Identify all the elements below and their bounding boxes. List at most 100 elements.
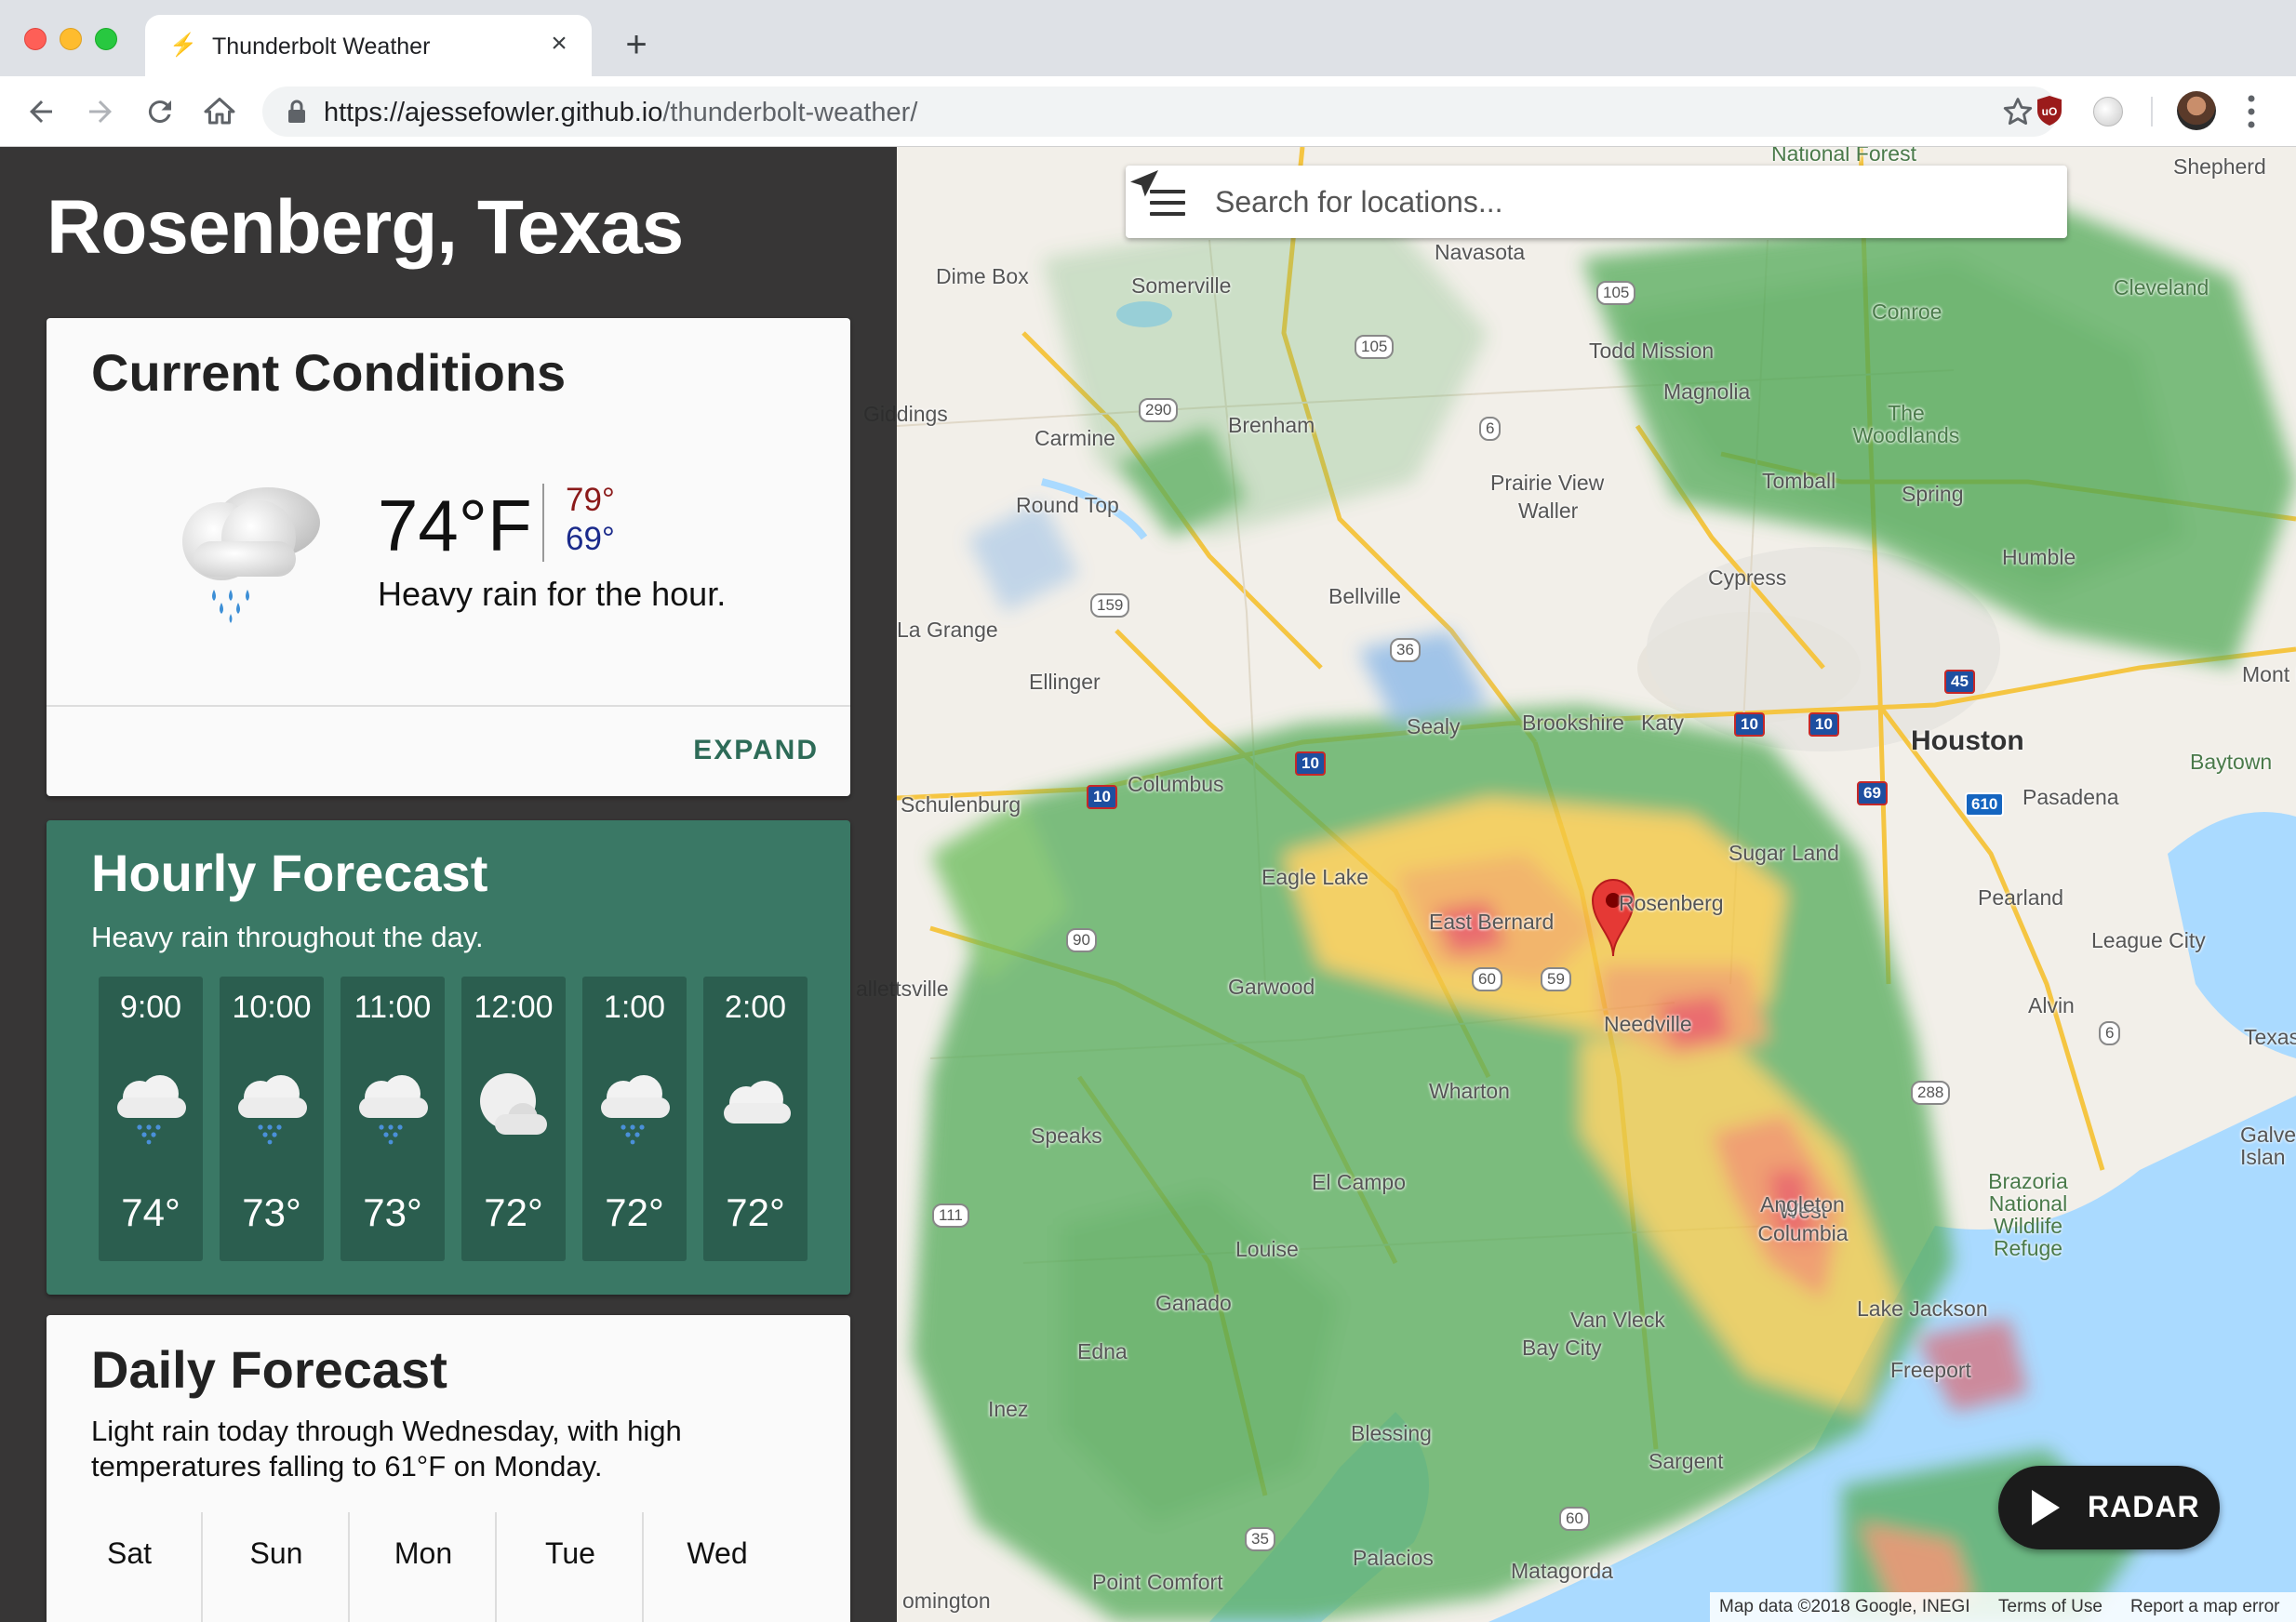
day-column[interactable]: Wed <box>644 1512 791 1622</box>
terms-link[interactable]: Terms of Use <box>1998 1597 2102 1617</box>
day-column[interactable]: Mon <box>350 1512 497 1622</box>
new-tab-button[interactable]: + <box>618 26 655 63</box>
hour-column[interactable]: 1:00 72° <box>582 977 687 1261</box>
cloudy-icon <box>394 1615 450 1622</box>
hour-temp: 74° <box>121 1190 180 1234</box>
home-icon[interactable] <box>203 95 236 128</box>
day-name: Wed <box>687 1536 748 1570</box>
hour-time: 9:00 <box>119 990 182 1025</box>
ublock-extension-icon[interactable]: uO <box>2036 95 2063 126</box>
highway-610-shield: 610 <box>1965 792 2005 817</box>
reload-icon[interactable] <box>143 95 177 128</box>
map-label: Rosenberg <box>1619 891 1724 915</box>
browser-toolbar: https://ajessefowler.github.io/thunderbo… <box>0 76 2296 147</box>
highway-60-shield: 60 <box>1472 967 1502 991</box>
highway-90-shield: 90 <box>1066 928 1097 952</box>
map-label: Mont B <box>2242 662 2296 686</box>
temp-divider <box>542 484 544 562</box>
lock-icon <box>288 100 305 123</box>
extension-icon[interactable] <box>2093 97 2123 126</box>
map-label: League City <box>2091 928 2206 952</box>
highway-159-shield: 159 <box>1090 593 1130 618</box>
my-location-icon[interactable] <box>1126 166 1163 203</box>
rain-icon <box>182 487 320 623</box>
map-label: Sugar Land <box>1729 841 1839 865</box>
window-close-button[interactable] <box>24 28 47 50</box>
highway-111-shield: 111 <box>932 1203 969 1228</box>
map-label: Matagorda <box>1511 1559 1613 1583</box>
highway-290-shield: 290 <box>1139 398 1179 422</box>
day-name: Sat <box>106 1536 153 1570</box>
map-label: Bellville <box>1328 584 1401 608</box>
day-column[interactable]: Sun <box>203 1512 350 1622</box>
map-label: Edna <box>1077 1339 1128 1363</box>
sun-icon <box>100 1615 156 1622</box>
window-maximize-button[interactable] <box>95 28 117 50</box>
map-attribution: Map data ©2018 Google, INEGI <box>1719 1597 1970 1616</box>
address-bar[interactable]: https://ajessefowler.github.io/thunderbo… <box>262 86 2058 137</box>
map-label: Dime Box <box>936 264 1029 288</box>
highway-36-shield: 36 <box>1390 638 1421 662</box>
hour-column[interactable]: 11:00 73° <box>340 977 445 1261</box>
search-input[interactable] <box>1215 180 1959 223</box>
day-name: Sun <box>249 1536 303 1570</box>
map-label: National Forest <box>1771 147 1916 166</box>
radar-button-label: RADAR <box>2088 1490 2200 1523</box>
more-menu-icon[interactable] <box>2242 91 2261 132</box>
hourly-forecast-card: Hourly Forecast Heavy rain throughout th… <box>47 820 850 1295</box>
highway-105-shield: 105 <box>1355 335 1395 359</box>
day-column[interactable]: Sat <box>56 1512 203 1622</box>
cloudy-icon <box>724 1081 791 1123</box>
map-label: Brookshire <box>1522 711 1624 735</box>
interstate-10-shield: 10 <box>1809 712 1839 737</box>
map-label: omington <box>902 1589 991 1613</box>
hour-temp: 72° <box>605 1190 664 1234</box>
map-label: Speaks <box>1031 1123 1102 1148</box>
map-attribution-bar: Map data ©2018 Google, INEGI Terms of Us… <box>1710 1592 2296 1622</box>
day-name: Mon <box>394 1536 453 1570</box>
hour-temp: 73° <box>363 1190 422 1234</box>
hour-column[interactable]: 10:00 73° <box>220 977 324 1261</box>
map-label: Bay City <box>1522 1336 1602 1360</box>
sun-icon <box>247 1615 303 1622</box>
location-search-bar <box>1126 166 2067 238</box>
day-column[interactable]: Tue <box>497 1512 644 1622</box>
report-error-link[interactable]: Report a map error <box>2130 1597 2280 1617</box>
back-icon[interactable] <box>24 95 58 128</box>
map-label: Wharton <box>1429 1079 1510 1103</box>
map-label: Schulenburg <box>901 792 1021 817</box>
map-label: Ganado <box>1155 1291 1232 1315</box>
map-label: Cypress <box>1708 565 1787 590</box>
location-title: Rosenberg, Texas <box>47 185 684 270</box>
map-label: Angleton <box>1760 1192 1845 1216</box>
map-label: Columbus <box>1128 772 1224 796</box>
tab-close-icon[interactable]: × <box>545 30 573 58</box>
hour-column[interactable]: 9:00 74° <box>99 977 203 1261</box>
expand-button[interactable]: EXPAND <box>693 735 819 766</box>
low-temperature: 69° <box>566 521 615 557</box>
tab-title: Thunderbolt Weather <box>212 33 431 60</box>
hour-time: 2:00 <box>724 990 787 1025</box>
hour-column[interactable]: 12:00 72° <box>461 977 566 1261</box>
browser-tabstrip: ⚡ Thunderbolt Weather × + <box>0 0 2296 76</box>
map-label: Cleveland <box>2114 275 2209 299</box>
interstate-10-shield: 10 <box>1734 712 1765 737</box>
radar-button[interactable]: RADAR <box>1998 1466 2220 1549</box>
highway-288-shield: 288 <box>1911 1081 1951 1105</box>
map-label: Somerville <box>1131 273 1232 298</box>
highway-6-shield: 6 <box>1479 417 1502 441</box>
map-label: Todd Mission <box>1589 339 1715 363</box>
day-name: Tue <box>545 1536 595 1570</box>
forward-icon[interactable] <box>84 95 117 128</box>
cloudy-icon <box>541 1615 597 1622</box>
bookmark-star-icon[interactable] <box>2002 96 2034 127</box>
hour-column[interactable]: 2:00 72° <box>703 977 808 1261</box>
map-label: Galves Islan <box>2240 1123 2296 1169</box>
window-minimize-button[interactable] <box>60 28 82 50</box>
browser-tab[interactable]: ⚡ Thunderbolt Weather × <box>145 15 592 76</box>
map-label: Houston <box>1911 725 2024 756</box>
profile-avatar[interactable] <box>2177 91 2216 130</box>
map-label: Louise <box>1235 1237 1299 1261</box>
card-divider <box>47 705 850 707</box>
interstate-10-shield: 10 <box>1087 785 1117 809</box>
